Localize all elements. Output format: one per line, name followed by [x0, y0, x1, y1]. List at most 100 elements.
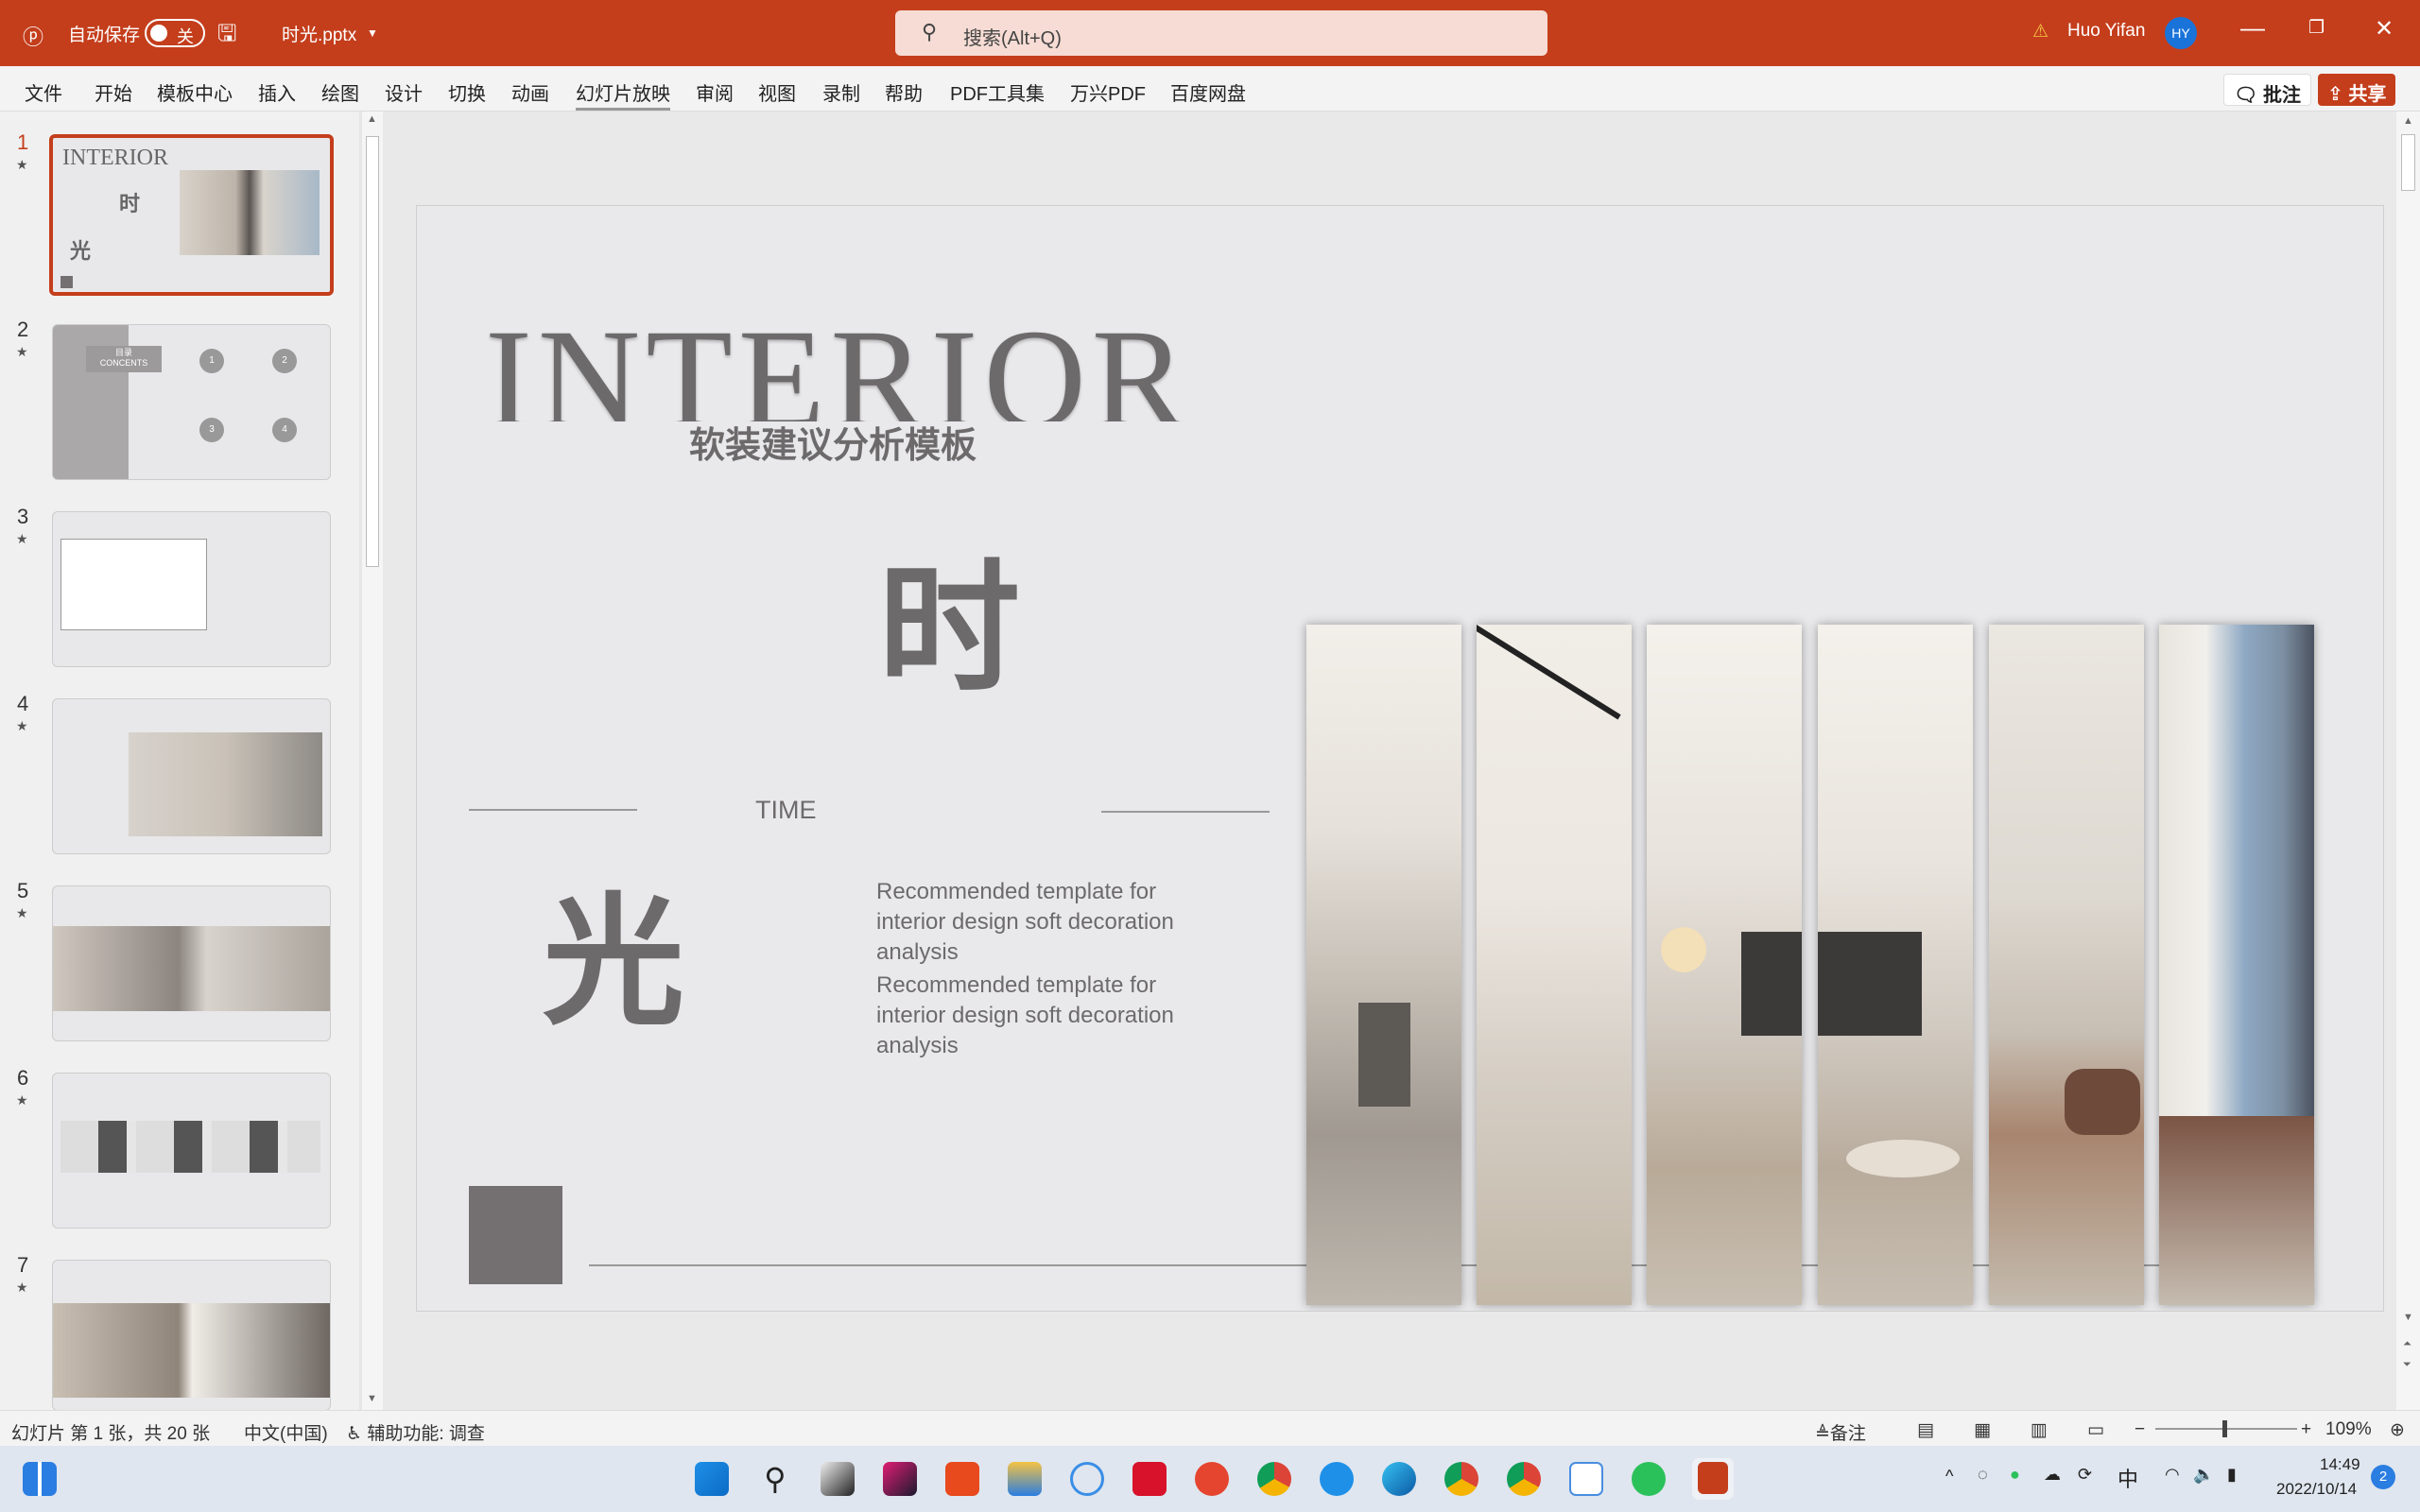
user-name[interactable]: Huo Yifan — [2067, 21, 2145, 42]
slide-thumbnail-3[interactable] — [52, 511, 331, 667]
slide-thumbnail-4[interactable] — [52, 698, 331, 854]
minimize-icon[interactable]: — — [2240, 13, 2265, 43]
baidu-netdisk-icon[interactable] — [1569, 1462, 1603, 1496]
tray-chevron-icon[interactable]: ^ — [1945, 1467, 1953, 1486]
search-input[interactable]: ⚲ 搜索(Alt+Q) — [895, 10, 1547, 56]
tab-home[interactable]: 开始 — [95, 78, 132, 106]
tab-insert[interactable]: 插入 — [258, 78, 296, 106]
scroll-down-icon[interactable]: ▼ — [2403, 1312, 2413, 1323]
search-placeholder: 搜索(Alt+Q) — [963, 28, 1062, 49]
tab-transitions[interactable]: 切换 — [448, 78, 486, 106]
normal-view-icon[interactable]: ▤ — [1917, 1419, 1934, 1441]
slideshow-icon[interactable]: ▭ — [2087, 1419, 2104, 1441]
task-view-icon[interactable] — [821, 1462, 855, 1496]
clock-date[interactable]: 2022/10/14 — [2276, 1480, 2357, 1499]
xmind-icon[interactable] — [945, 1462, 979, 1496]
tab-wondershare-pdf[interactable]: 万兴PDF — [1070, 78, 1146, 106]
app-icon[interactable] — [1195, 1462, 1229, 1496]
netease-music-icon[interactable] — [1132, 1462, 1167, 1496]
accessibility-status[interactable]: ♿ 辅助功能: 调查 — [346, 1419, 485, 1445]
zoom-in-icon[interactable]: + — [2301, 1419, 2311, 1440]
scroll-thumb[interactable] — [366, 136, 379, 567]
slide-thumbnail-2[interactable]: 目录 CONCENTS 1 2 3 4 — [52, 324, 331, 480]
animation-star-icon: ★ — [16, 344, 28, 359]
slide-time-label: TIME — [755, 796, 817, 824]
thumb-floorplan — [60, 539, 207, 630]
slide-number: 1 — [17, 130, 29, 154]
slide-thumbnail-7[interactable] — [52, 1260, 331, 1411]
scroll-up-icon[interactable]: ▲ — [2403, 115, 2413, 127]
battery-icon[interactable]: ▮ — [2227, 1465, 2237, 1485]
scroll-up-icon[interactable]: ▲ — [367, 113, 377, 125]
comments-button[interactable]: 🗨 批注 — [2223, 74, 2311, 106]
close-icon[interactable]: ✕ — [2375, 15, 2394, 43]
volume-icon[interactable]: 🔈 — [2193, 1465, 2214, 1485]
notes-button[interactable]: ≜备注 — [1815, 1419, 1866, 1445]
autosave-toggle[interactable]: 关 — [145, 19, 205, 47]
wechat-tray-icon[interactable]: ● — [2010, 1465, 2020, 1485]
next-slide-icon[interactable]: ⏷ — [2403, 1359, 2411, 1371]
tab-help[interactable]: 帮助 — [885, 78, 923, 106]
restore-icon[interactable]: ❐ — [2308, 17, 2325, 39]
tab-pdf-tools[interactable]: PDF工具集 — [950, 78, 1045, 106]
zoom-out-icon[interactable]: − — [2135, 1419, 2145, 1440]
tab-design[interactable]: 设计 — [385, 78, 423, 106]
tab-draw[interactable]: 绘图 — [321, 78, 359, 106]
tab-record[interactable]: 录制 — [822, 78, 860, 106]
zoom-slider-handle[interactable] — [2222, 1420, 2227, 1437]
notification-badge[interactable]: 2 — [2371, 1465, 2395, 1489]
jetbrains-icon[interactable] — [883, 1462, 917, 1496]
status-bar: 幻灯片 第 1 张，共 20 张 中文(中国) ♿ 辅助功能: 调查 ≜备注 ▤… — [0, 1410, 2420, 1446]
powerpoint-taskbar-icon[interactable] — [1698, 1462, 1728, 1494]
app-icon[interactable] — [1070, 1462, 1104, 1496]
slide-sorter-icon[interactable]: ▦ — [1974, 1419, 1991, 1441]
editor-scrollbar[interactable]: ▲ ▼ ⏶ ⏷ — [2396, 112, 2420, 1410]
language[interactable]: 中文(中国) — [244, 1419, 328, 1445]
avatar[interactable]: HY — [2165, 17, 2197, 49]
divider-left — [469, 809, 637, 811]
tab-view[interactable]: 视图 — [758, 78, 796, 106]
animation-star-icon: ★ — [16, 905, 28, 920]
save-icon[interactable]: 🖫 — [217, 17, 236, 56]
tab-review[interactable]: 审阅 — [696, 78, 734, 106]
slide-thumbnail-pane: 1 ★ INTERIOR 时 光 2 ★ 目录 CONCENTS 1 2 3 4 3 ★… — [0, 112, 359, 1411]
tab-templates[interactable]: 模板中心 — [157, 78, 233, 106]
share-button[interactable]: ⇪ 共享 — [2318, 74, 2396, 106]
filename-dropdown-icon[interactable]: ▼ — [367, 26, 378, 40]
edge-icon[interactable] — [1382, 1462, 1416, 1496]
tab-baidu-netdisk[interactable]: 百度网盘 — [1170, 78, 1246, 106]
wechat-icon[interactable] — [1632, 1462, 1666, 1496]
tab-file[interactable]: 文件 — [25, 78, 62, 106]
tray-app-icon[interactable]: ◌ — [1978, 1465, 1988, 1485]
reading-view-icon[interactable]: ▥ — [2031, 1419, 2048, 1441]
chrome-icon[interactable] — [1257, 1462, 1291, 1496]
tab-slideshow[interactable]: 幻灯片放映 — [576, 78, 670, 111]
warning-icon[interactable]: ⚠ — [2032, 21, 2048, 43]
ie-icon[interactable] — [1320, 1462, 1354, 1496]
wifi-icon[interactable]: ◠ — [2165, 1465, 2180, 1485]
filename[interactable]: 时光.pptx — [282, 21, 356, 46]
fit-slide-icon[interactable]: ⊕ — [2390, 1419, 2405, 1441]
thumbnail-scrollbar[interactable]: ▲ ▼ — [362, 112, 383, 1410]
tab-animations[interactable]: 动画 — [511, 78, 549, 106]
search-taskbar-icon[interactable]: ⚲ — [758, 1462, 792, 1496]
file-explorer-icon[interactable] — [1008, 1462, 1042, 1496]
ime-indicator[interactable]: 中 — [2118, 1463, 2138, 1493]
clock-time[interactable]: 14:49 — [2320, 1455, 2360, 1474]
chrome-icon[interactable] — [1444, 1462, 1478, 1496]
thumb-photos — [60, 1121, 320, 1173]
slide-canvas[interactable]: INTERIOR 软装建议分析模板 时 TIME 光 Recommended t… — [416, 205, 2384, 1312]
scroll-thumb[interactable] — [2401, 134, 2415, 191]
sync-icon[interactable]: ⟳ — [2078, 1465, 2092, 1485]
onedrive-icon[interactable]: ☁ — [2044, 1465, 2061, 1485]
zoom-slider[interactable] — [2155, 1420, 2297, 1437]
zoom-level[interactable]: 109% — [2325, 1419, 2372, 1440]
scroll-down-icon[interactable]: ▼ — [367, 1393, 377, 1404]
widgets-icon[interactable] — [23, 1462, 57, 1496]
chrome-icon[interactable] — [1507, 1462, 1541, 1496]
slide-thumbnail-5[interactable] — [52, 885, 331, 1041]
start-icon[interactable] — [695, 1462, 729, 1496]
slide-thumbnail-1[interactable]: INTERIOR 时 光 — [49, 134, 334, 296]
slide-thumbnail-6[interactable] — [52, 1073, 331, 1228]
previous-slide-icon[interactable]: ⏶ — [2403, 1338, 2411, 1350]
